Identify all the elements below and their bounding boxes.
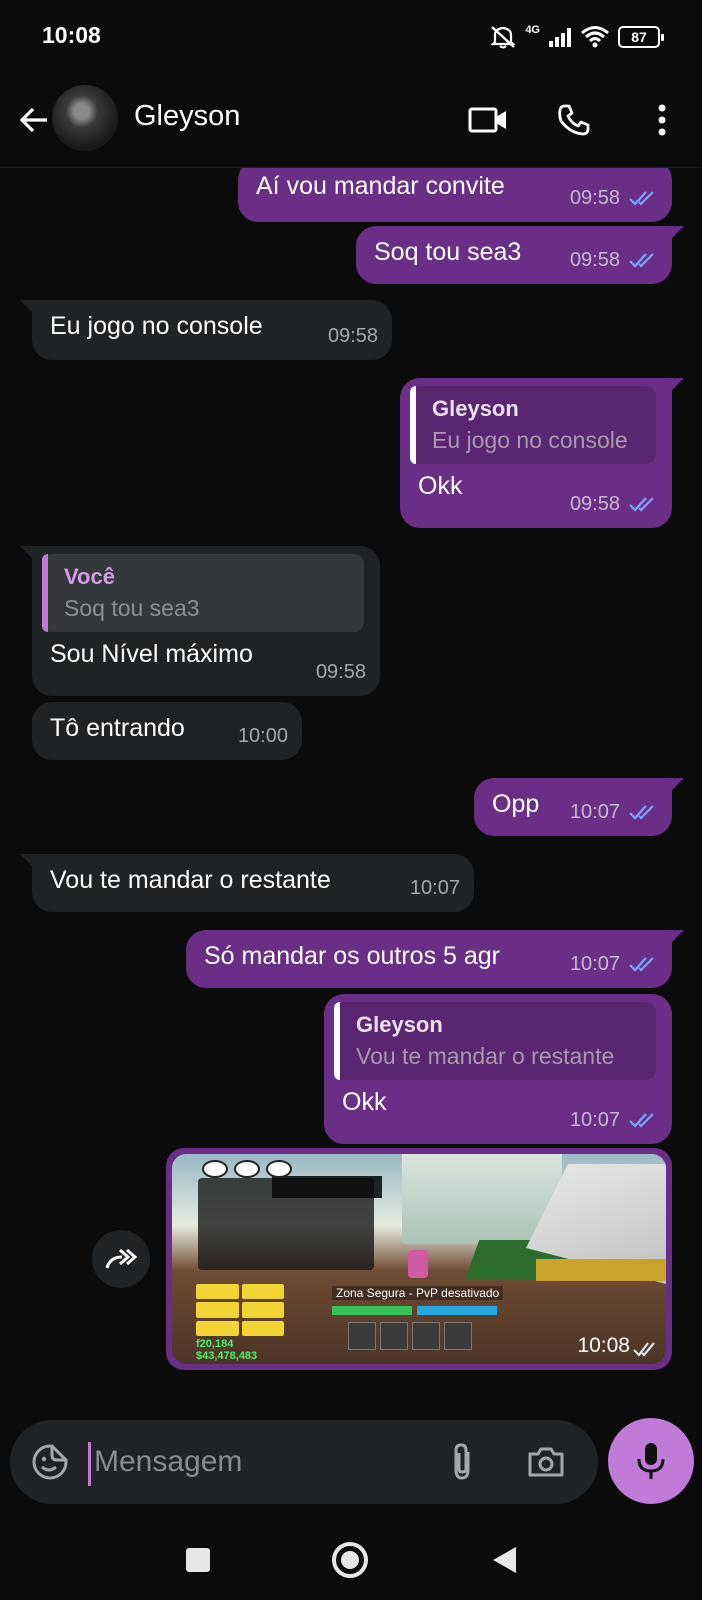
- phone-icon: [558, 104, 590, 136]
- image-message[interactable]: Zona Segura - PvP desativado f20,184 $43…: [166, 1148, 672, 1370]
- message-time: 10:07: [569, 1109, 620, 1131]
- message-time: 10:07: [569, 801, 620, 823]
- more-vert-icon: [658, 104, 666, 136]
- mute-bell-icon: [490, 26, 516, 49]
- forward-icon: [105, 1248, 138, 1269]
- triangle-back-icon: [493, 1547, 516, 1573]
- quoted-text: Vou te mandar o restante: [356, 1043, 615, 1069]
- message-bubble-outgoing[interactable]: Gleyson Vou te mandar o restante Okk 10:…: [324, 994, 672, 1144]
- message-time: 10:08: [577, 1334, 630, 1357]
- message-time: 09:58: [327, 325, 378, 347]
- message-input[interactable]: [90, 1434, 420, 1490]
- message-bubble-outgoing[interactable]: Só mandar os outros 5 agr 10:07: [186, 930, 684, 988]
- message-meta: 10:07: [570, 796, 658, 828]
- back-button[interactable]: [12, 98, 56, 142]
- chat-header: Gleyson: [0, 78, 702, 168]
- system-nav-bar: [0, 1520, 702, 1600]
- quoted-text: Soq tou sea3: [64, 595, 200, 621]
- quoted-message[interactable]: Você Soq tou sea3: [42, 554, 364, 632]
- recents-button[interactable]: [176, 1538, 220, 1582]
- message-time: 09:58: [315, 661, 366, 683]
- message-meta: 10:00: [238, 720, 288, 752]
- status-bar: 10:08 4G 87: [0, 0, 702, 78]
- message-list[interactable]: Aí vou mandar convite 09:58 Soq tou sea3…: [0, 168, 702, 1390]
- read-ticks-icon: [629, 191, 654, 206]
- microphone-icon: [637, 1443, 665, 1479]
- message-meta: 10:07: [410, 872, 460, 904]
- message-meta: 09:58: [316, 656, 366, 688]
- message-bubble-outgoing[interactable]: Gleyson Eu jogo no console Okk 09:58: [400, 378, 684, 528]
- network-type-label: 4G: [525, 24, 540, 36]
- wifi-icon: [581, 26, 609, 48]
- message-time: 10:07: [409, 877, 460, 899]
- message-time: 10:07: [569, 953, 620, 975]
- quoted-text: Eu jogo no console: [432, 427, 628, 453]
- sticker-icon: [32, 1444, 68, 1480]
- read-ticks-icon: [629, 805, 654, 820]
- message-time: 09:58: [569, 187, 620, 209]
- paperclip-icon: [454, 1443, 470, 1480]
- system-back-button[interactable]: [482, 1538, 526, 1582]
- quoted-message[interactable]: Gleyson Eu jogo no console: [410, 386, 656, 464]
- message-time: 10:00: [237, 725, 288, 747]
- circle-icon: [332, 1542, 368, 1578]
- game-money-text: f20,184 $43,478,483: [196, 1338, 258, 1362]
- status-icons: 4G 87: [489, 22, 664, 52]
- battery-icon: 87: [618, 26, 664, 48]
- message-meta: 10:07: [570, 948, 658, 980]
- message-meta: 10:07: [570, 1104, 658, 1136]
- video-call-icon: [468, 107, 506, 133]
- message-meta: 09:58: [570, 182, 658, 214]
- message-bubble-outgoing[interactable]: Aí vou mandar convite 09:58: [238, 168, 672, 222]
- attach-button[interactable]: [438, 1438, 486, 1486]
- quoted-message[interactable]: Gleyson Vou te mandar o restante: [334, 1002, 656, 1080]
- video-call-button[interactable]: [462, 94, 514, 146]
- message-bubble-incoming[interactable]: Tô entrando 10:00: [32, 702, 302, 760]
- voice-record-button[interactable]: [608, 1418, 694, 1504]
- message-meta: 09:58: [328, 320, 378, 352]
- quoted-author: Gleyson: [432, 396, 519, 421]
- message-composer: [10, 1420, 598, 1504]
- signal-icon: [549, 28, 571, 47]
- read-ticks-icon: [629, 253, 654, 268]
- back-arrow-icon: [19, 107, 47, 133]
- read-ticks-icon: [629, 497, 654, 512]
- camera-button[interactable]: [522, 1438, 570, 1486]
- camera-icon: [528, 1447, 564, 1477]
- game-safe-zone-text: Zona Segura - PvP desativado: [332, 1286, 504, 1300]
- message-bubble-incoming[interactable]: Vou te mandar o restante 10:07: [20, 854, 474, 912]
- read-ticks-icon: [629, 957, 654, 972]
- message-time: 09:58: [569, 493, 620, 515]
- home-button[interactable]: [328, 1538, 372, 1582]
- more-options-button[interactable]: [636, 94, 688, 146]
- contact-name[interactable]: Gleyson: [134, 100, 240, 133]
- avatar[interactable]: [52, 85, 118, 151]
- message-text: Vou te mandar o restante: [50, 866, 331, 894]
- quoted-author: Gleyson: [356, 1012, 443, 1037]
- voice-call-button[interactable]: [548, 94, 600, 146]
- message-meta: 09:58: [570, 488, 658, 520]
- status-time: 10:08: [42, 22, 101, 48]
- message-bubble-outgoing[interactable]: Opp 10:07: [474, 778, 684, 836]
- message-bubble-outgoing[interactable]: Soq tou sea3 09:58: [356, 226, 684, 284]
- forward-button[interactable]: [92, 1230, 150, 1288]
- message-meta: 09:58: [570, 244, 658, 276]
- message-bubble-incoming[interactable]: Eu jogo no console 09:58: [20, 300, 392, 360]
- quoted-author: Você: [64, 564, 115, 589]
- message-time: 09:58: [569, 249, 620, 271]
- square-icon: [186, 1548, 210, 1572]
- message-bubble-incoming[interactable]: Você Soq tou sea3 Sou Nível máximo 09:58: [20, 546, 380, 696]
- read-ticks-icon: [629, 1113, 654, 1128]
- game-screenshot-image[interactable]: Zona Segura - PvP desativado f20,184 $43…: [172, 1154, 666, 1364]
- sticker-button[interactable]: [28, 1440, 72, 1484]
- sent-ticks-icon: [633, 1342, 655, 1357]
